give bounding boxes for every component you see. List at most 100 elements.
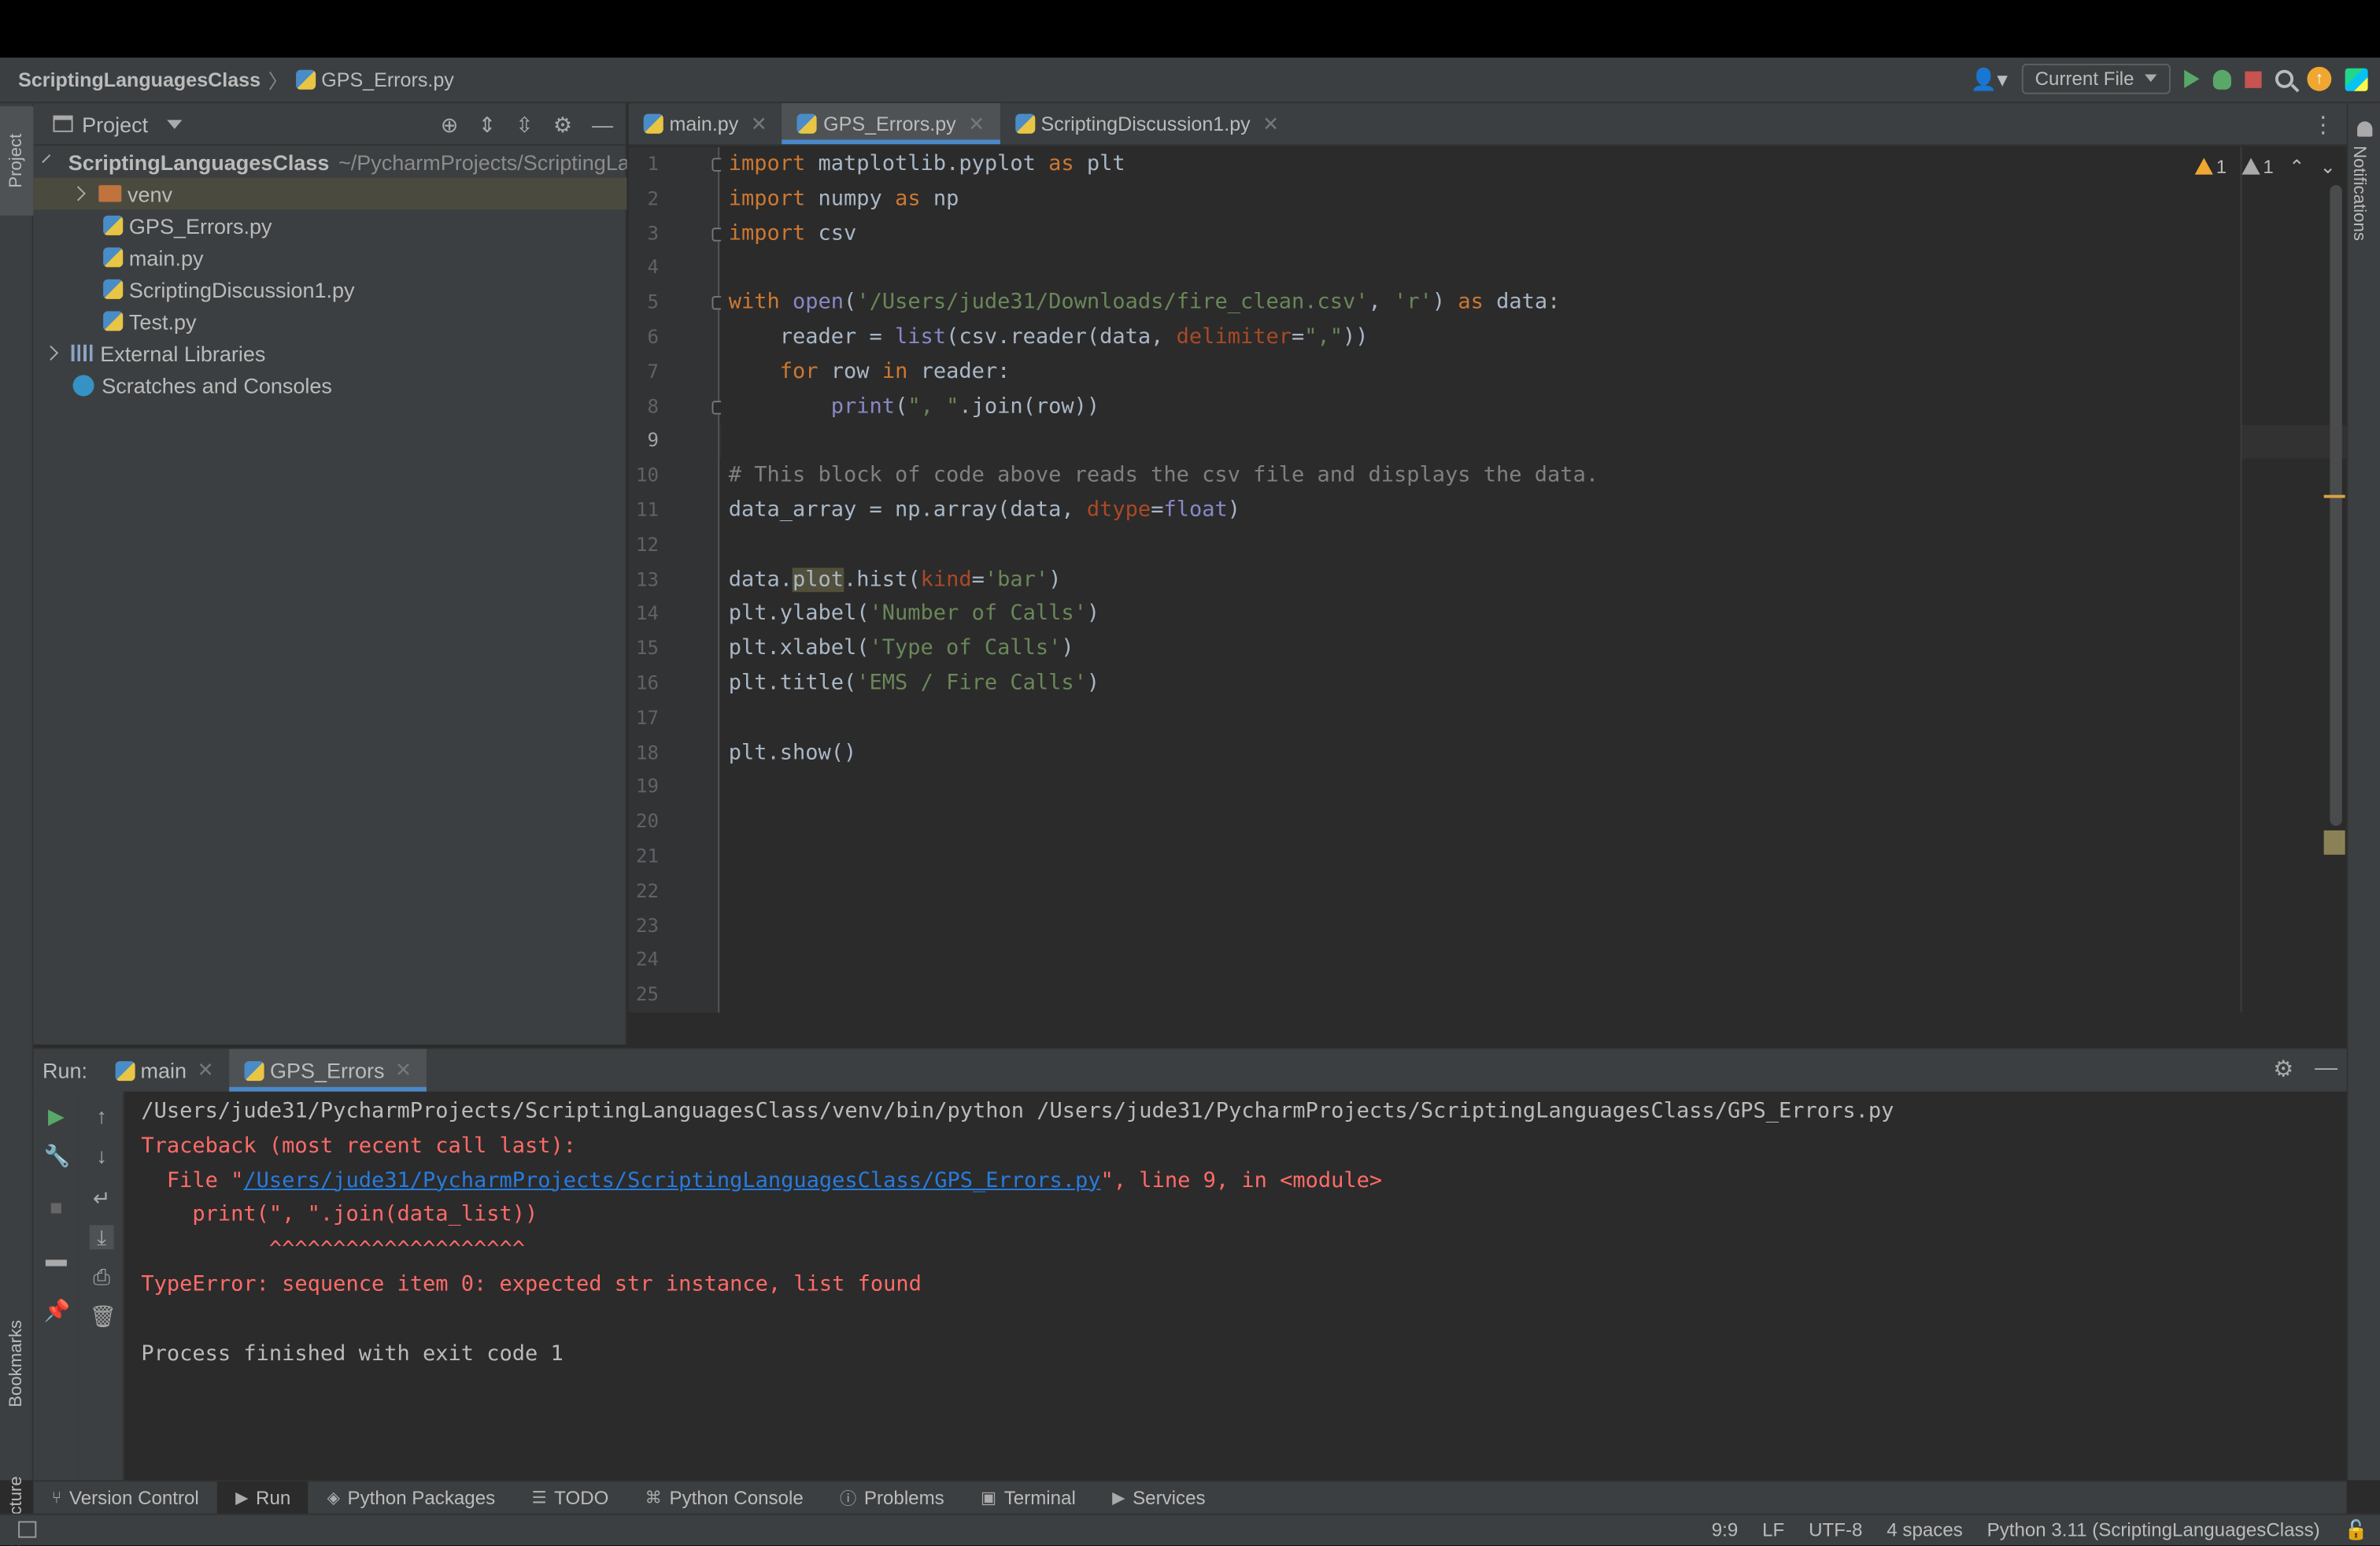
- line-separator[interactable]: LF: [1762, 1519, 1784, 1542]
- user-icon[interactable]: 👤▾: [1971, 66, 2008, 92]
- next-highlight-icon[interactable]: ⌄: [2320, 155, 2336, 178]
- tab-label: ScriptingDiscussion1.py: [1040, 112, 1251, 135]
- run-tab-main[interactable]: main ✕: [99, 1049, 228, 1092]
- console-blank: [141, 1302, 2326, 1337]
- breadcrumb-project[interactable]: ScriptingLanguagesClass: [18, 68, 261, 91]
- python-run-icon: [244, 1060, 264, 1081]
- tool-python-packages[interactable]: ◈ Python Packages: [309, 1481, 513, 1514]
- code-editor[interactable]: import matplotlib.pyplot as plt import n…: [721, 147, 2241, 1013]
- chevron-down-icon[interactable]: [166, 119, 182, 128]
- python-interpreter[interactable]: Python 3.11 (ScriptingLanguagesClass): [1987, 1519, 2320, 1542]
- lock-icon[interactable]: 🔓: [2345, 1519, 2368, 1542]
- gear-icon[interactable]: ⚙: [553, 113, 572, 139]
- stop-icon[interactable]: [2245, 70, 2262, 87]
- search-icon[interactable]: [2275, 69, 2294, 88]
- close-icon[interactable]: ✕: [198, 1058, 214, 1082]
- editor-scrollbar[interactable]: [2330, 185, 2342, 827]
- pin-icon[interactable]: 📌: [44, 1298, 71, 1322]
- soft-wrap-icon[interactable]: ↵: [90, 1185, 114, 1210]
- project-panel-title[interactable]: Project: [82, 112, 148, 136]
- collapse-all-icon[interactable]: ⇳: [516, 113, 534, 139]
- breadcrumb-separator: 〉: [268, 69, 288, 93]
- project-tool-label: Project: [7, 133, 26, 188]
- locate-icon[interactable]: ⊕: [441, 113, 459, 139]
- tool-windows-toggle-icon[interactable]: [18, 1521, 37, 1538]
- up-arrow-icon[interactable]: ↑: [90, 1104, 114, 1128]
- stop-icon[interactable]: ■: [44, 1195, 68, 1219]
- close-icon[interactable]: ✕: [968, 112, 985, 136]
- tab-main-py[interactable]: main.py ✕: [628, 103, 782, 144]
- line-number: 17: [635, 705, 659, 729]
- tool-terminal[interactable]: ▣ Terminal: [963, 1481, 1094, 1514]
- jetbrains-logo-icon[interactable]: [2345, 67, 2368, 91]
- print-icon[interactable]: ⎙: [90, 1264, 114, 1289]
- console-output[interactable]: /Users/jude31/PycharmProjects/ScriptingL…: [141, 1094, 2326, 1371]
- tool-version-control[interactable]: ⑂ Version Control: [33, 1481, 217, 1514]
- tab-label: GPS_Errors.py: [823, 112, 956, 135]
- scroll-to-end-icon[interactable]: ⤓: [89, 1225, 114, 1250]
- tree-row-file[interactable]: ScriptingDiscussion1.py: [33, 273, 626, 305]
- gear-icon[interactable]: ⚙: [2273, 1055, 2293, 1082]
- tree-row-file[interactable]: main.py: [33, 242, 626, 273]
- run-configuration-select[interactable]: Current File: [2021, 63, 2171, 94]
- chevron-right-icon[interactable]: [43, 345, 59, 361]
- more-options-icon[interactable]: ⋮: [2312, 111, 2334, 139]
- tree-row-file[interactable]: Test.py: [33, 305, 626, 337]
- close-icon[interactable]: ✕: [395, 1058, 412, 1082]
- tool-run[interactable]: ▶ Run: [216, 1481, 309, 1515]
- warning-count[interactable]: 1: [2194, 156, 2227, 177]
- line-number: 13: [635, 567, 659, 590]
- tab-scripting-discussion-py[interactable]: ScriptingDiscussion1.py ✕: [1000, 103, 1294, 144]
- run-tab-gps-errors[interactable]: GPS_Errors ✕: [228, 1049, 428, 1092]
- console-file-link[interactable]: /Users/jude31/PycharmProjects/ScriptingL…: [243, 1168, 1100, 1193]
- bell-icon[interactable]: [2357, 121, 2373, 137]
- tree-row-venv[interactable]: venv: [33, 177, 627, 210]
- chevron-right-icon[interactable]: [70, 186, 86, 202]
- expand-all-icon[interactable]: ⇕: [478, 113, 496, 139]
- project-tool-tab[interactable]: Project: [0, 105, 34, 216]
- tool-problems[interactable]: ⓘ Problems: [822, 1481, 963, 1514]
- tool-services[interactable]: ▶ Services: [1094, 1481, 1224, 1514]
- rerun-icon[interactable]: ▶: [44, 1104, 68, 1128]
- tool-python-console[interactable]: ⌘ Python Console: [627, 1481, 822, 1514]
- close-icon[interactable]: ✕: [1262, 112, 1279, 136]
- close-icon[interactable]: ✕: [751, 112, 767, 136]
- highlight-marker[interactable]: [2323, 830, 2345, 855]
- update-icon[interactable]: ↑: [2307, 66, 2332, 91]
- tab-gps-errors-py[interactable]: GPS_Errors.py ✕: [782, 103, 1001, 145]
- chevron-down-icon[interactable]: [42, 154, 51, 163]
- wrench-icon[interactable]: 🔧: [44, 1143, 71, 1167]
- inspection-widget[interactable]: 1 1 ⌃ ⌄: [2194, 155, 2336, 178]
- folder-icon: [98, 185, 122, 202]
- indent-setting[interactable]: 4 spaces: [1887, 1519, 1962, 1542]
- code-line: reader = list(csv.reader(data, delimiter…: [728, 324, 1369, 350]
- previous-highlight-icon[interactable]: ⌃: [2289, 155, 2304, 178]
- python-file-icon: [103, 279, 124, 299]
- down-arrow-icon[interactable]: ↓: [90, 1143, 114, 1167]
- hide-icon[interactable]: —: [592, 113, 613, 139]
- warning-marker[interactable]: [2323, 494, 2345, 498]
- weak-warning-count[interactable]: 1: [2241, 156, 2274, 177]
- line-number: 18: [635, 740, 659, 764]
- file-encoding[interactable]: UTF-8: [1809, 1519, 1862, 1542]
- console-traceback: Traceback (most recent call last):: [141, 1134, 577, 1159]
- code-line: plt.ylabel('Number of Calls'): [728, 601, 1100, 627]
- tool-label: Python Packages: [347, 1487, 496, 1509]
- hide-icon[interactable]: —: [2315, 1055, 2338, 1082]
- debug-icon[interactable]: [2212, 68, 2231, 89]
- bookmarks-tool-tab[interactable]: Bookmarks: [0, 1303, 33, 1424]
- tree-row-root[interactable]: ScriptingLanguagesClass ~/PycharmProject…: [33, 146, 626, 177]
- tree-row-external-libraries[interactable]: External Libraries: [33, 337, 626, 368]
- tree-row-file[interactable]: GPS_Errors.py: [33, 209, 626, 241]
- tool-todo[interactable]: ☰ TODO: [513, 1481, 626, 1514]
- caret-position[interactable]: 9:9: [1712, 1519, 1739, 1542]
- run-toolbar-secondary: ↑ ↓ ↵ ⤓ ⎙ 🗑: [79, 1091, 125, 1482]
- line-number: 10: [635, 463, 659, 486]
- tree-row-scratches[interactable]: Scratches and Consoles: [33, 369, 626, 401]
- layout-icon[interactable]: ▬: [44, 1246, 68, 1270]
- breadcrumb-file[interactable]: GPS_Errors.py: [321, 68, 454, 91]
- run-icon[interactable]: [2184, 69, 2200, 88]
- chevron-down-icon: [2145, 74, 2157, 83]
- trash-icon[interactable]: 🗑: [90, 1304, 116, 1329]
- notifications-tool-tab[interactable]: Notifications: [2349, 146, 2367, 241]
